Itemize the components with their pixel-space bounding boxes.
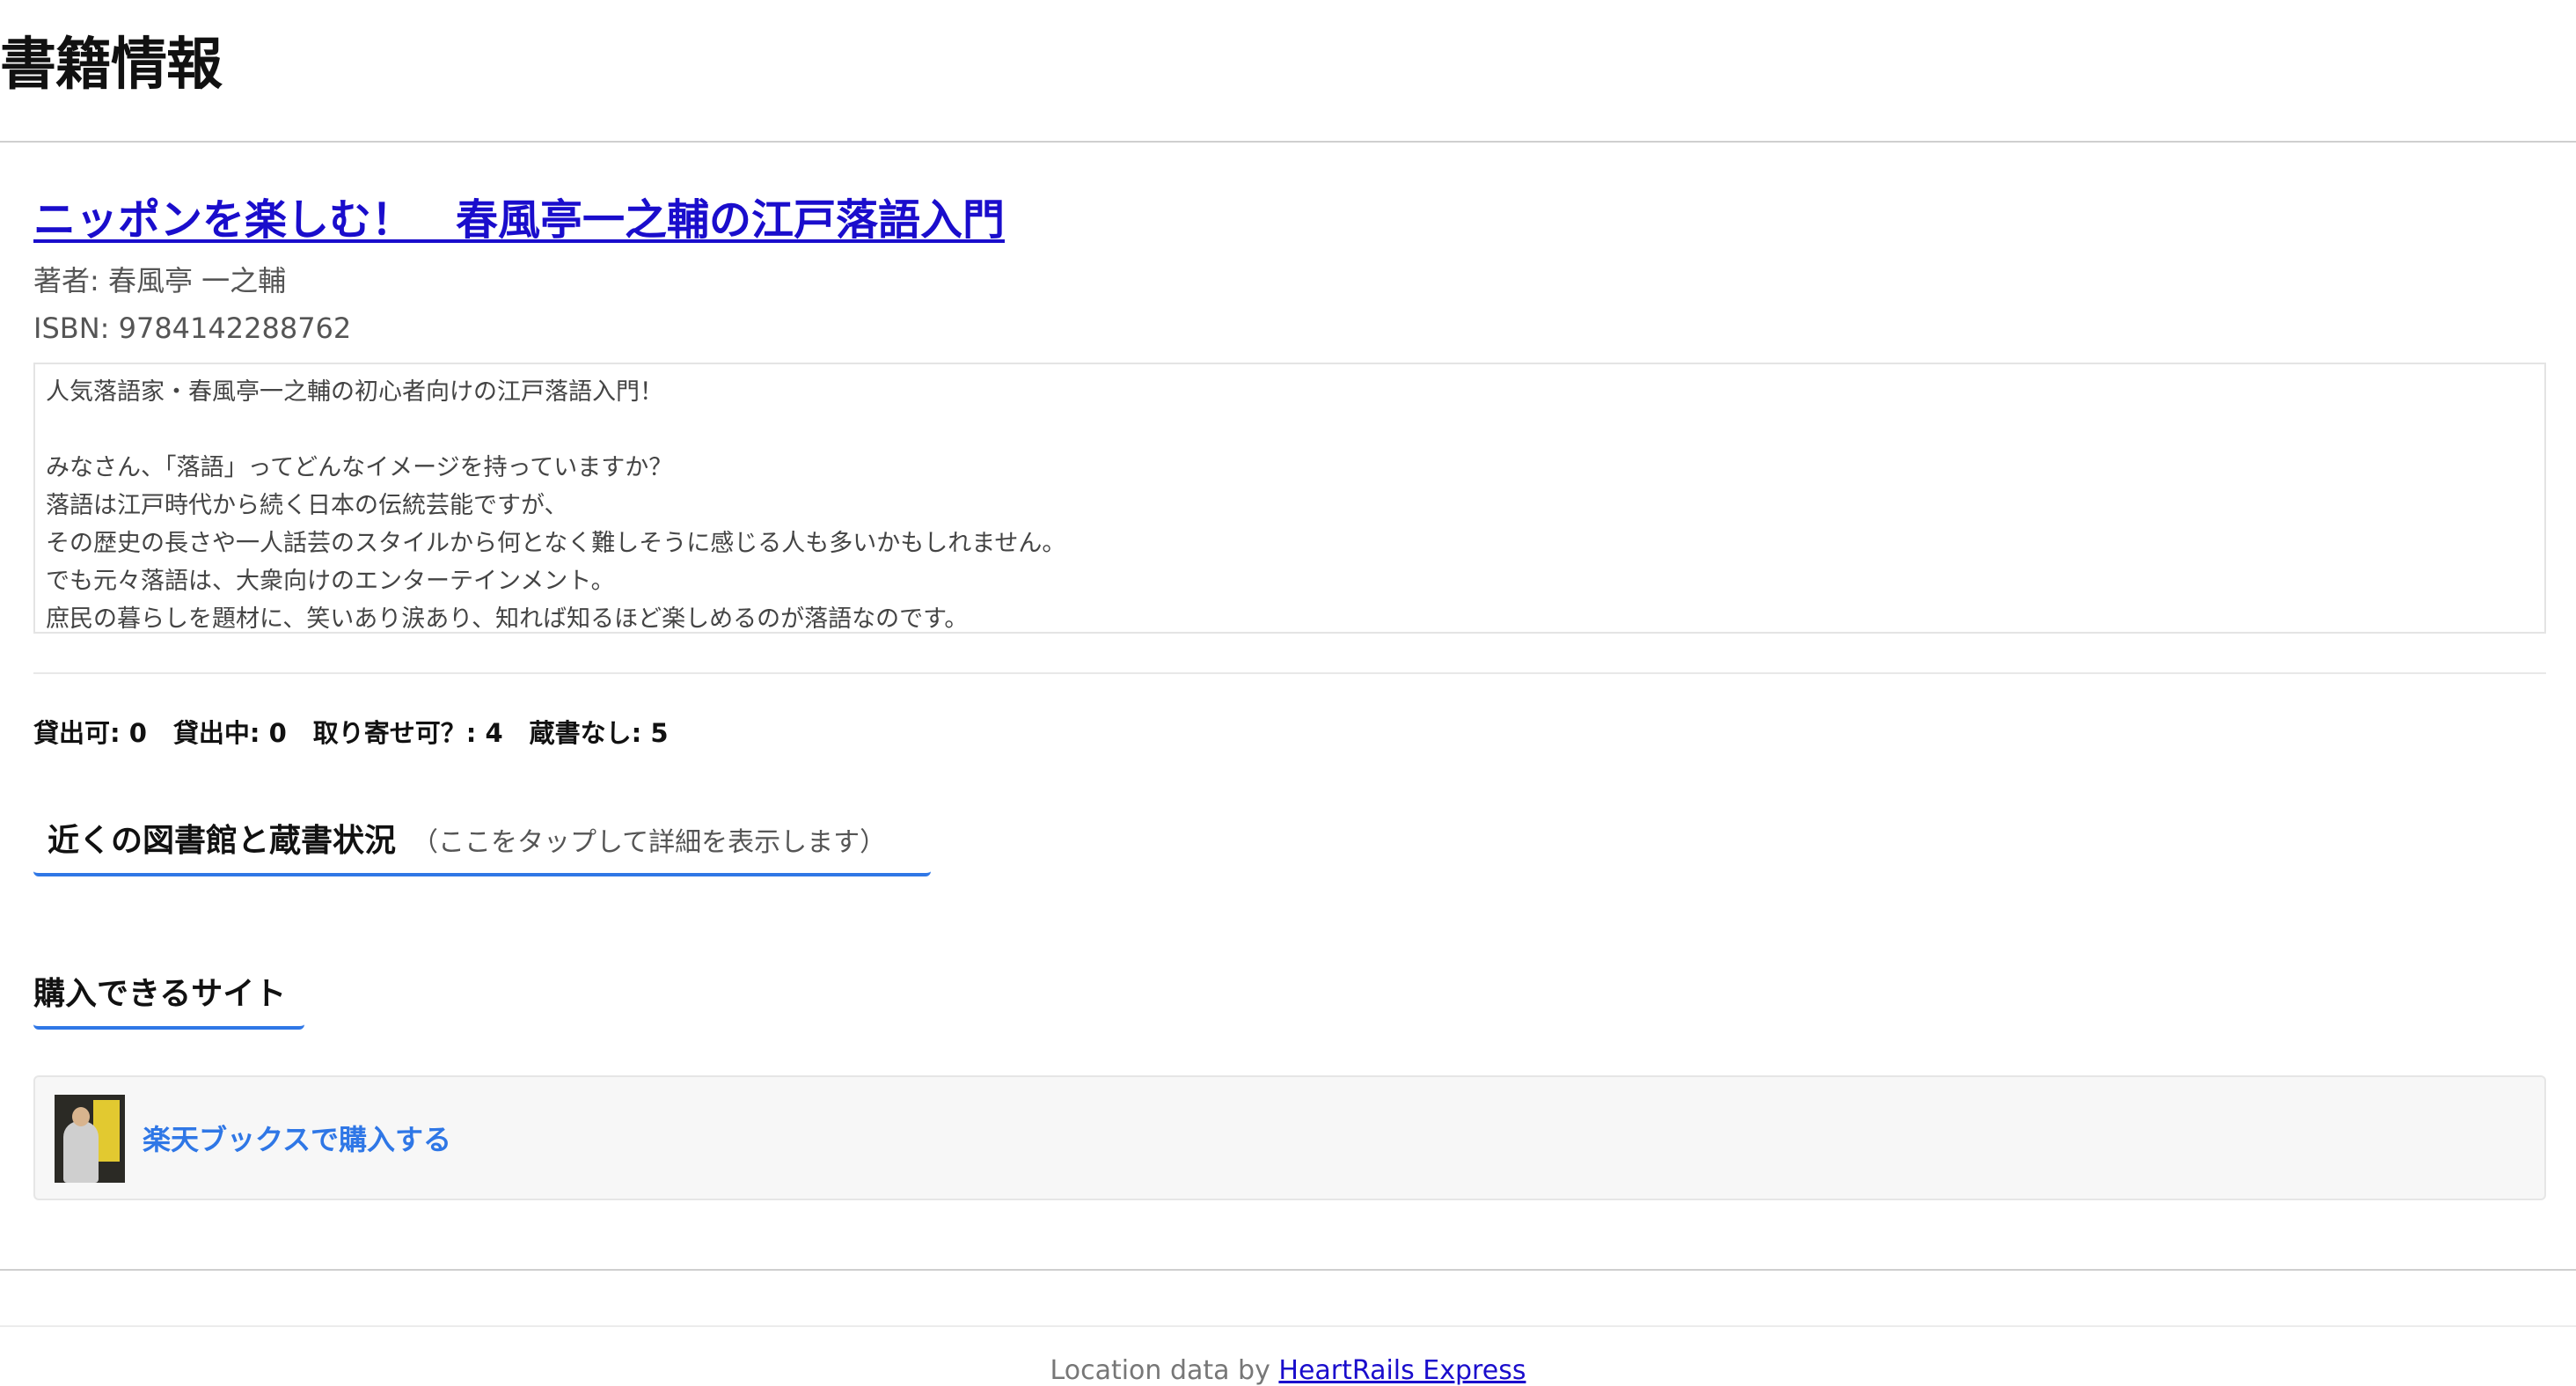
- purchase-sites-tab[interactable]: 購入できるサイト: [33, 956, 304, 1030]
- nearby-libraries-hint: （ここをタップして詳細を表示します）: [412, 827, 887, 858]
- footer-divider: [0, 1325, 2576, 1327]
- description-line: 庶民の暮らしを題材に、笑いあり涙あり、知れば知るほど楽しめるのが落語なのです。: [46, 605, 969, 633]
- cover-figure: [63, 1121, 99, 1183]
- footer-credit: Location data by HeartRails Express: [0, 1355, 2576, 1386]
- nearby-libraries-title: 近くの図書館と蔵書状況: [48, 823, 397, 859]
- description-line: その歴史の長さや一人話芸のスタイルから何となく難しそうに感じる人も多いかもしれま…: [46, 530, 1066, 557]
- purchase-sites-title: 購入できるサイト: [33, 976, 287, 1012]
- orderable-count: 取り寄せ可？: 4: [312, 718, 503, 748]
- book-description[interactable]: 人気落語家・春風亭一之輔の初心者向けの江戸落語入門！ みなさん、「落語」ってどん…: [33, 363, 2546, 634]
- cover-head: [72, 1107, 90, 1126]
- store-item: 楽天ブックスで購入する: [33, 1075, 2546, 1200]
- book-author: 著者: 春風亭 一之輔: [33, 264, 287, 297]
- not-held-count: 蔵書なし: 5: [529, 718, 669, 748]
- book-isbn: ISBN: 9784142288762: [33, 312, 352, 345]
- description-line: みなさん、「落語」ってどんなイメージを持っていますか？: [46, 454, 673, 481]
- book-title-link[interactable]: ニッポンを楽しむ！ 春風亭一之輔の江戸落語入門: [33, 185, 1005, 246]
- section-divider: [33, 672, 2546, 674]
- description-line: でも元々落語は、大衆向けのエンターテインメント。: [46, 568, 615, 595]
- heartrails-express-link[interactable]: HeartRails Express: [1278, 1355, 1526, 1386]
- on-loan-count: 貸出中: 0: [172, 718, 287, 748]
- description-line: [46, 411, 2534, 449]
- page-title: 書籍情報: [0, 33, 223, 98]
- description-line: 落語は江戸時代から続く日本の伝統芸能ですが、: [46, 492, 568, 519]
- nearby-libraries-toggle[interactable]: 近くの図書館と蔵書状況 （ここをタップして詳細を表示します）: [33, 803, 931, 876]
- description-line: 人気落語家・春風亭一之輔の初心者向けの江戸落語入門！: [46, 378, 663, 406]
- book-cover-thumbnail[interactable]: [55, 1095, 125, 1183]
- rakuten-books-link[interactable]: 楽天ブックスで購入する: [143, 1118, 451, 1158]
- available-count: 貸出可: 0: [33, 718, 147, 748]
- footer-credit-prefix: Location data by: [1050, 1355, 1279, 1386]
- availability-summary: 貸出可: 0 貸出中: 0 取り寄せ可？: 4 蔵書なし: 5: [33, 713, 669, 750]
